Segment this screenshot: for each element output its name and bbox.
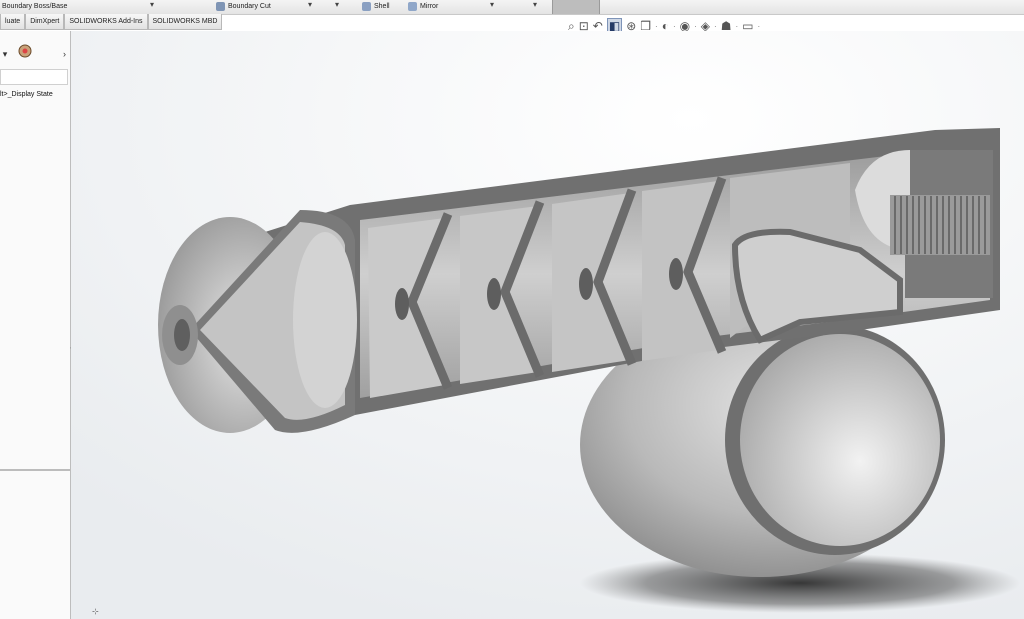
- dropdown-dot: ·: [655, 21, 658, 31]
- front-chamber-disc: [293, 232, 357, 408]
- mirror-button[interactable]: Mirror: [408, 1, 438, 12]
- dropdown-arrow[interactable]: ▾: [335, 0, 339, 9]
- appearance-tab[interactable]: [10, 44, 40, 64]
- tab-evaluate[interactable]: luate: [0, 14, 26, 30]
- dropdown-dot: ·: [735, 21, 739, 31]
- panel-more-chevron[interactable]: ›: [40, 44, 66, 64]
- command-ribbon: Boundary Boss/Base ▾ Boundary Cut ▾ ▾ Sh…: [0, 0, 1024, 15]
- panel-tabs: ▾ ›: [0, 43, 70, 65]
- appearance-icon: [18, 44, 32, 58]
- boundary-cut-icon: [216, 1, 225, 11]
- dropdown-arrow[interactable]: ▾: [150, 0, 154, 9]
- tab-solidworks-mbd[interactable]: SOLIDWORKS MBD: [147, 14, 223, 30]
- mirror-icon: [408, 1, 417, 11]
- graphics-viewport[interactable]: [71, 31, 1024, 619]
- dropdown-arrow[interactable]: ▾: [533, 0, 537, 9]
- dropdown-dot: ·: [672, 21, 676, 31]
- boundary-boss-button[interactable]: Boundary Boss/Base: [2, 1, 67, 12]
- dropdown-arrow[interactable]: ▾: [490, 0, 494, 9]
- front-bore-hole: [174, 319, 190, 351]
- command-manager-tabs: luate DimXpert SOLIDWORKS Add-Ins SOLIDW…: [0, 14, 300, 31]
- dropdown-dot: ·: [757, 21, 761, 31]
- filter-input[interactable]: [0, 69, 68, 85]
- dropdown-dot: ·: [694, 21, 697, 31]
- tab-dimxpert[interactable]: DimXpert: [25, 14, 65, 30]
- shell-button[interactable]: Shell: [362, 1, 390, 12]
- dropdown-dot: ·: [714, 21, 717, 31]
- section-view-model[interactable]: [71, 31, 1024, 619]
- dropdown-arrow[interactable]: ▾: [308, 0, 312, 9]
- threaded-bore: [890, 195, 990, 255]
- tab-solidworks-add-ins[interactable]: SOLIDWORKS Add-Ins: [64, 14, 148, 30]
- boundary-cut-button[interactable]: Boundary Cut: [216, 1, 271, 12]
- feature-manager-panel: ▾ › lt>_Display State: [0, 31, 71, 619]
- tree-item-display-state[interactable]: lt>_Display State: [0, 91, 53, 98]
- selected-ribbon-button[interactable]: [552, 0, 600, 14]
- panel-divider[interactable]: [0, 469, 70, 471]
- reference-triad-icon: ⊹: [92, 607, 99, 616]
- shell-icon: [362, 1, 371, 11]
- collapse-icon[interactable]: ▾: [0, 44, 10, 64]
- sphere-inner-cavity: [740, 334, 940, 546]
